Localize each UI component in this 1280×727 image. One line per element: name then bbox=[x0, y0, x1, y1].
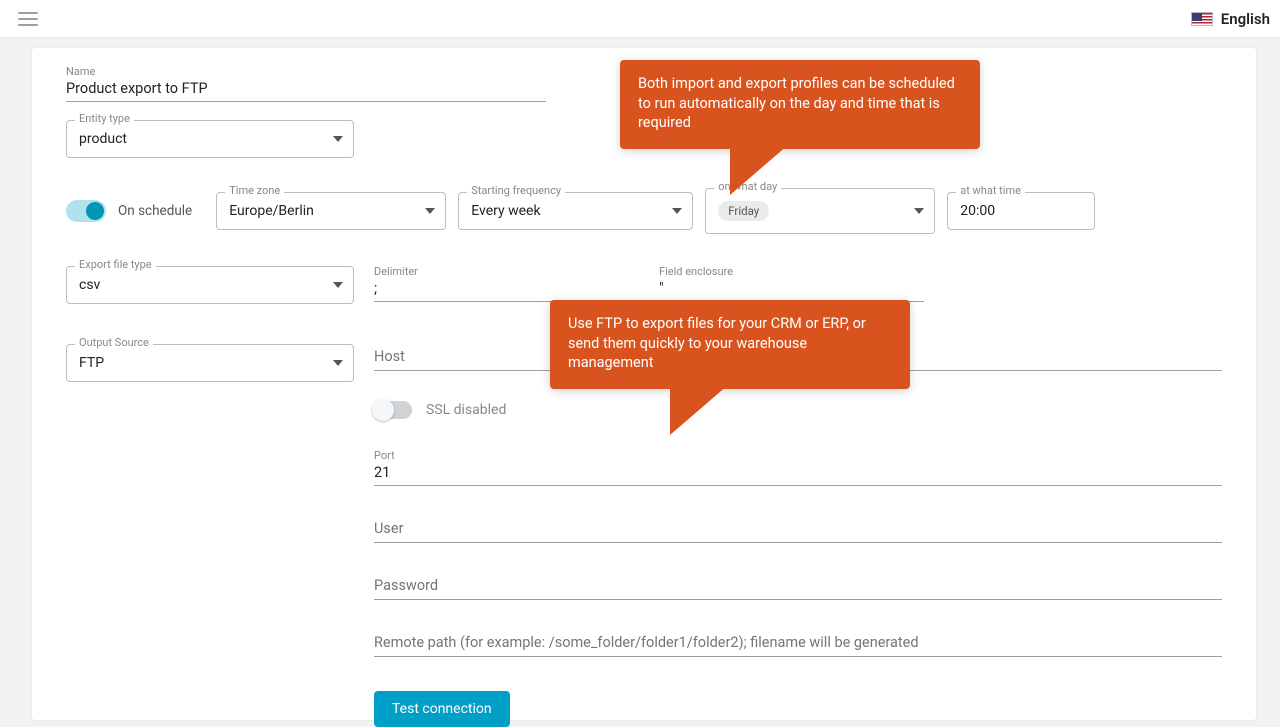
menu-icon[interactable] bbox=[18, 12, 38, 26]
port-input[interactable] bbox=[374, 462, 1222, 486]
frequency-select[interactable]: Starting frequency Every week bbox=[458, 192, 693, 230]
chevron-down-icon bbox=[333, 360, 343, 366]
callout-schedule: Both import and export profiles can be s… bbox=[620, 60, 980, 149]
user-input[interactable] bbox=[374, 520, 1222, 543]
password-input[interactable] bbox=[374, 577, 1222, 600]
output-row: Output Source FTP SSL disabled Port Test… bbox=[66, 344, 1222, 727]
enclosure-field: Field enclosure bbox=[659, 266, 924, 302]
chevron-down-icon bbox=[672, 208, 682, 214]
name-label: Name bbox=[66, 66, 546, 77]
language-switcher[interactable]: English bbox=[1191, 10, 1270, 28]
remote-path-input[interactable] bbox=[374, 634, 1222, 657]
ssl-label: SSL disabled bbox=[426, 402, 506, 418]
chevron-down-icon bbox=[914, 208, 924, 214]
output-source-select[interactable]: Output Source FTP bbox=[66, 344, 354, 382]
day-chip: Friday bbox=[718, 201, 769, 221]
ssl-row: SSL disabled bbox=[374, 401, 1222, 419]
chevron-down-icon bbox=[333, 136, 343, 142]
chevron-down-icon bbox=[333, 282, 343, 288]
time-input[interactable]: at what time 20:00 bbox=[947, 192, 1095, 230]
entity-type-select[interactable]: Entity type product bbox=[66, 120, 354, 158]
language-label: English bbox=[1221, 10, 1270, 28]
flag-us-icon bbox=[1191, 12, 1213, 26]
ssl-toggle[interactable] bbox=[374, 401, 412, 419]
timezone-select[interactable]: Time zone Europe/Berlin bbox=[216, 192, 446, 230]
entity-type-label: Entity type bbox=[75, 113, 134, 124]
export-filetype-select[interactable]: Export file type csv bbox=[66, 266, 354, 304]
schedule-toggle-label: On schedule bbox=[118, 203, 192, 219]
callout-ftp: Use FTP to export files for your CRM or … bbox=[550, 300, 910, 389]
entity-type-value: product bbox=[79, 131, 127, 147]
port-field: Port bbox=[374, 449, 1222, 486]
schedule-toggle[interactable] bbox=[66, 200, 106, 222]
day-select[interactable]: on what day Friday bbox=[705, 188, 935, 234]
delimiter-field: Delimiter bbox=[374, 266, 639, 302]
ftp-settings: SSL disabled Port Test connection bbox=[374, 344, 1222, 727]
schedule-row: On schedule Time zone Europe/Berlin Star… bbox=[66, 188, 1222, 234]
delimiter-input[interactable] bbox=[374, 277, 639, 302]
name-input[interactable] bbox=[66, 77, 546, 102]
topbar: English bbox=[0, 0, 1280, 38]
name-field: Name bbox=[66, 66, 546, 102]
enclosure-input[interactable] bbox=[659, 277, 924, 302]
chevron-down-icon bbox=[425, 208, 435, 214]
test-connection-button[interactable]: Test connection bbox=[374, 691, 510, 727]
